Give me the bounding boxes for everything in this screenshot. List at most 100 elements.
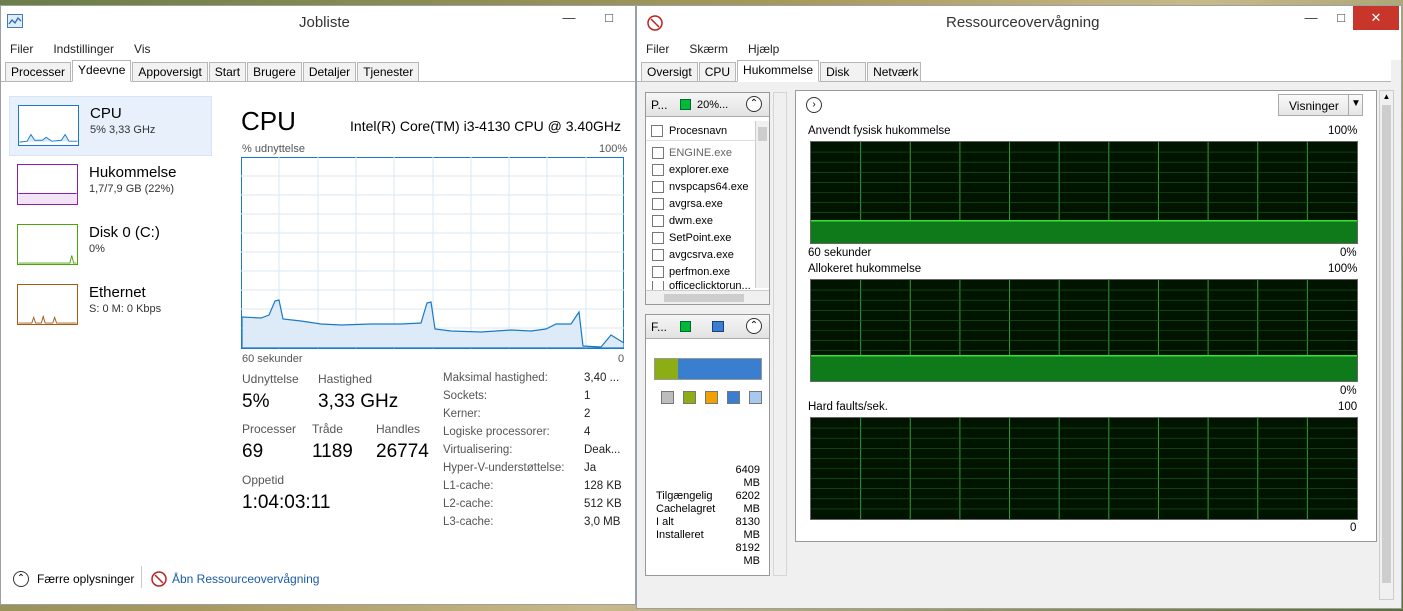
sidebar-item-ethernet[interactable]: Ethernet S: 0 M: 0 Kbps	[9, 276, 212, 336]
tab-appoversigt[interactable]: Appoversigt	[132, 62, 208, 81]
detail-value: 4	[584, 426, 591, 438]
graph-hard-faults	[810, 417, 1358, 520]
vertical-scrollbar[interactable]: ▲	[1379, 90, 1394, 600]
tab-hukommelse[interactable]: Hukommelse	[737, 60, 820, 82]
column-header[interactable]: Procesnavn	[646, 121, 756, 141]
pane-splitter[interactable]	[773, 92, 787, 576]
task-manager-window: Jobliste — □ Filer Indstillinger Vis Pro…	[0, 5, 636, 605]
list-item[interactable]: avgcsrva.exe	[652, 247, 734, 263]
list-item[interactable]: dwm.exe	[652, 213, 713, 229]
menu-indstillinger[interactable]: Indstillinger	[50, 42, 117, 56]
graph-used-physical-title: Anvendt fysisk hukommelse	[808, 125, 951, 137]
detail-value: 2	[584, 408, 591, 420]
checkbox[interactable]	[652, 147, 664, 159]
tab-netvaerk[interactable]: Netværk	[867, 62, 922, 81]
speed-value: 3,33 GHz	[318, 391, 399, 412]
list-item[interactable]: perfmon.exe	[652, 264, 730, 280]
processes-label: Processer	[242, 422, 297, 436]
list-item[interactable]: SetPoint.exe	[652, 230, 731, 246]
footer-bar: ⌃ Færre oplysninger Åbn Ressourceovervåg…	[1, 548, 635, 604]
title-bar[interactable]: Ressourceovervågning — □ ✕	[637, 6, 1401, 38]
sidebar-item-memory[interactable]: Hukommelse 1,7/7,9 GB (22%)	[9, 156, 212, 216]
memory-pane-header[interactable]: F... ⌃	[646, 315, 769, 339]
sidebar-cpu-sub: 5% 3,33 GHz	[90, 124, 156, 136]
process-name: avgrsa.exe	[669, 198, 723, 210]
window-title: Ressourceovervågning	[946, 14, 1100, 31]
detail-key: Hyper-V-understøttelse:	[443, 462, 565, 474]
uptime-label: Oppetid	[242, 473, 285, 487]
scrollbar-thumb[interactable]	[664, 294, 744, 302]
total-value: 8130	[735, 516, 760, 528]
collapse-icon[interactable]: ⌃	[746, 318, 762, 334]
checkbox[interactable]	[652, 232, 664, 244]
usage-area	[811, 355, 1357, 381]
tab-disk[interactable]: Disk	[820, 62, 867, 81]
checkbox[interactable]	[652, 215, 664, 227]
threads-label: Tråde	[312, 422, 343, 436]
vertical-scrollbar[interactable]	[755, 121, 769, 288]
tab-ydeevne[interactable]: Ydeevne	[72, 60, 132, 82]
scrollbar-thumb[interactable]	[1382, 105, 1391, 583]
graph-used-physical-min: 0%	[1340, 247, 1357, 259]
minimize-button[interactable]: —	[549, 6, 589, 30]
title-bar[interactable]: Jobliste — □	[1, 6, 635, 38]
checkbox[interactable]	[652, 266, 664, 278]
tab-bar: Oversigt CPU Hukommelse Disk Netværk	[637, 60, 1391, 82]
utilization-value: 5%	[242, 391, 270, 412]
process-name: SetPoint.exe	[669, 232, 732, 244]
sidebar-item-disk[interactable]: Disk 0 (C:) 0%	[9, 216, 212, 276]
open-resource-monitor-link[interactable]: Åbn Ressourceovervågning	[172, 572, 319, 586]
menu-vis[interactable]: Vis	[131, 42, 153, 56]
menu-hjaelp[interactable]: Hjælp	[745, 42, 782, 56]
tab-cpu[interactable]: CPU	[698, 62, 737, 81]
memory-pane-title: F...	[651, 320, 668, 334]
ethernet-thumbnail-graph	[17, 284, 78, 325]
tab-oversigt[interactable]: Oversigt	[641, 62, 698, 81]
list-item[interactable]: explorer.exe	[652, 162, 729, 178]
chevron-down-icon: ▼	[1351, 98, 1361, 109]
menu-filer[interactable]: Filer	[7, 42, 36, 56]
collapse-icon[interactable]: ⌃	[746, 96, 762, 112]
views-dropdown[interactable]: Visninger ▼	[1278, 94, 1363, 116]
checkbox[interactable]	[652, 249, 664, 261]
tab-tjenester[interactable]: Tjenester	[357, 62, 420, 81]
sidebar-item-cpu[interactable]: CPU 5% 3,33 GHz	[9, 96, 212, 156]
tab-brugere[interactable]: Brugere	[247, 62, 302, 81]
tab-processer[interactable]: Processer	[5, 62, 72, 81]
processes-pane-header[interactable]: P... 20%... ⌃	[646, 93, 769, 117]
scroll-up-arrow-icon[interactable]: ▲	[1380, 91, 1393, 103]
list-item[interactable]: officeclicktorun...	[652, 281, 751, 290]
graph-top-left-label: % udnyttelse	[242, 143, 305, 155]
tab-bar: Processer Ydeevne Appoversigt Start Brug…	[1, 60, 635, 82]
checkbox[interactable]	[652, 198, 664, 210]
checkbox[interactable]	[652, 281, 664, 290]
list-item[interactable]: ENGINE.exe	[652, 145, 732, 161]
checkbox[interactable]	[652, 164, 664, 176]
graph-committed-title: Allokeret hukommelse	[808, 263, 922, 275]
menu-filer[interactable]: Filer	[643, 42, 672, 56]
menu-skaerm[interactable]: Skærm	[686, 42, 731, 56]
list-item[interactable]: avgrsa.exe	[652, 196, 723, 212]
close-button[interactable]: ✕	[1353, 6, 1399, 30]
cached-label: Cachelagret	[656, 503, 716, 515]
chevron-up-icon[interactable]: ⌃	[13, 571, 29, 587]
expand-right-icon[interactable]: ›	[806, 97, 822, 113]
unit: MB	[743, 477, 761, 489]
horizontal-scrollbar[interactable]	[646, 290, 769, 304]
graph-used-physical-max: 100%	[1328, 125, 1358, 137]
graph-committed-min: 0%	[1340, 385, 1357, 397]
detail-key: Virtualisering:	[443, 444, 513, 456]
utilization-label: Udnyttelse	[242, 372, 299, 386]
fewer-details-link[interactable]: Færre oplysninger	[37, 572, 134, 586]
column-procesnavn: Procesnavn	[669, 125, 728, 137]
detail-value: 3,0 MB	[584, 516, 621, 528]
tab-detaljer[interactable]: Detaljer	[302, 62, 357, 81]
select-all-checkbox[interactable]	[651, 125, 663, 137]
maximize-button[interactable]: □	[589, 6, 629, 30]
list-item[interactable]: nvspcaps64.exe	[652, 179, 749, 195]
menu-bar: Filer Skærm Hjælp	[637, 38, 1401, 60]
tab-start[interactable]: Start	[208, 62, 247, 81]
checkbox[interactable]	[652, 181, 664, 193]
divider	[141, 566, 142, 588]
scrollbar-thumb[interactable]	[758, 127, 767, 141]
